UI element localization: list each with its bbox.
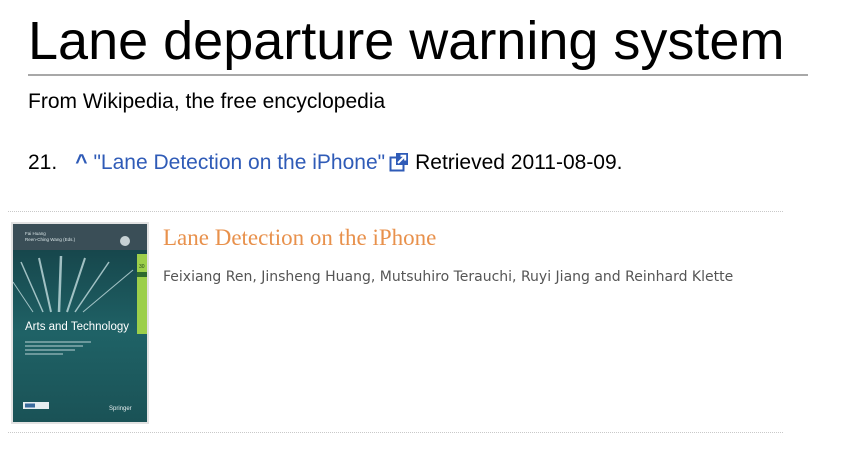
reference-number: 21. [28, 151, 58, 174]
book-authors: Feixiang Ren, Jinsheng Huang, Mutsuhiro … [163, 269, 734, 285]
reference-link[interactable]: "Lane Detection on the iPhone" [93, 151, 385, 174]
book-cover-image[interactable]: Fai Huang Reen-Ching Wang (Eds.) 30 Arts… [11, 222, 149, 424]
svg-text:30: 30 [139, 264, 145, 270]
cover-editors-1: Fai Huang [25, 231, 46, 236]
separator-bottom [8, 432, 783, 433]
book-title-link[interactable]: Lane Detection on the iPhone [163, 224, 436, 252]
cover-series-title: Arts and Technology [25, 321, 129, 333]
reference-item: 21. ^ "Lane Detection on the iPhone" Retri… [28, 149, 623, 177]
title-divider [28, 74, 808, 76]
backlink-caret[interactable]: ^ [75, 151, 87, 174]
cover-editors-2: Reen-Ching Wang (Eds.) [25, 237, 76, 242]
external-link-icon[interactable] [389, 152, 409, 172]
page-title: Lane departure warning system [28, 11, 785, 71]
cover-publisher: Springer [109, 406, 132, 412]
article-tagline: From Wikipedia, the free encyclopedia [28, 90, 386, 113]
separator-top [8, 211, 783, 212]
retrieved-date: Retrieved 2011-08-09. [415, 151, 623, 174]
